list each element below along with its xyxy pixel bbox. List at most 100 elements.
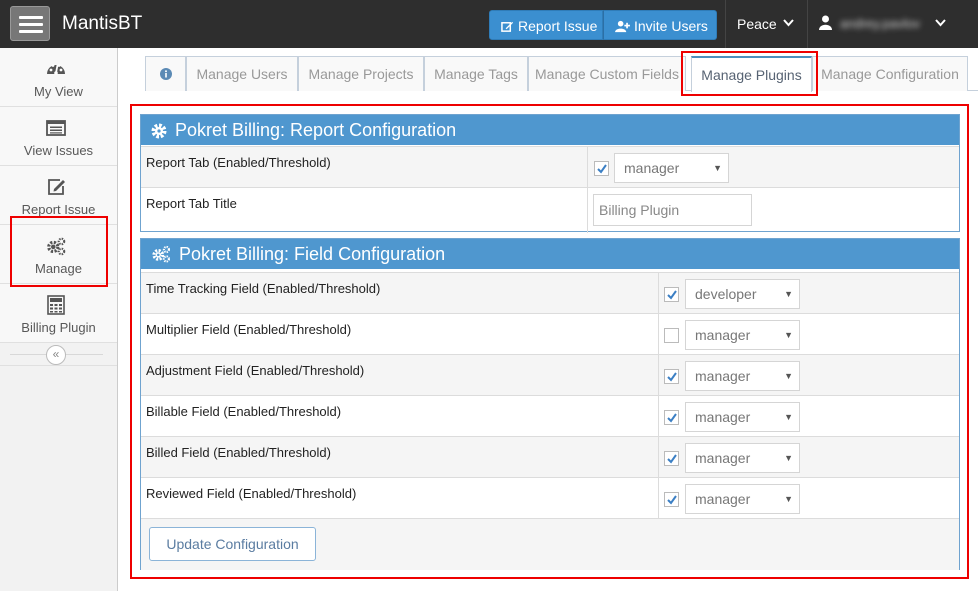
field-label: Multiplier Field (Enabled/Threshold) [146, 322, 352, 337]
report-issue-button[interactable]: Report Issue [489, 10, 603, 40]
chevron-down-icon[interactable] [783, 19, 794, 27]
menu-toggle-button[interactable] [10, 6, 50, 41]
update-configuration-button[interactable]: Update Configuration [149, 527, 316, 561]
dashboard-icon [47, 64, 65, 75]
reviewed-enabled-checkbox[interactable] [664, 492, 679, 507]
report-tab-threshold-select[interactable]: manager ▼ [614, 153, 729, 183]
reviewed-threshold-select[interactable]: manager ▼ [685, 484, 800, 514]
billed-enabled-checkbox[interactable] [664, 451, 679, 466]
config-row: Report Tab Title Billing Plugin [141, 187, 959, 233]
divider [658, 478, 659, 519]
divider [658, 396, 659, 437]
user-plus-icon [615, 20, 630, 33]
config-row: Adjustment Field (Enabled/Threshold) man… [141, 354, 959, 396]
divider [587, 188, 588, 233]
sidebar: My View View Issues Report Issue Manage … [0, 48, 118, 591]
tab-manage-plugins[interactable]: Manage Plugins [691, 56, 812, 92]
sidebar-item-report-issue[interactable]: Report Issue [0, 166, 117, 225]
invite-users-button[interactable]: Invite Users [603, 10, 717, 40]
divider [658, 437, 659, 478]
widget-header: Pokret Billing: Report Configuration [141, 115, 959, 145]
billed-threshold-select[interactable]: manager ▼ [685, 443, 800, 473]
caret-down-icon: ▼ [784, 330, 793, 340]
sidebar-item-manage[interactable]: Manage [0, 225, 117, 284]
chevron-down-icon[interactable] [935, 19, 946, 27]
billable-enabled-checkbox[interactable] [664, 410, 679, 425]
sidebar-item-label: My View [34, 84, 83, 99]
invite-users-label: Invite Users [634, 18, 708, 34]
widget-footer: Update Configuration [141, 518, 959, 570]
field-label: Billable Field (Enabled/Threshold) [146, 404, 342, 419]
info-icon [159, 68, 172, 80]
select-value: developer [695, 286, 757, 302]
field-label: Report Tab (Enabled/Threshold) [146, 155, 331, 170]
sidebar-item-label: Manage [35, 261, 82, 276]
report-tab-title-input[interactable]: Billing Plugin [593, 194, 752, 226]
widget-title: Pokret Billing: Report Configuration [175, 120, 457, 140]
tab-manage-users[interactable]: Manage Users [186, 56, 298, 91]
project-selector[interactable]: Peace [737, 16, 777, 32]
sidebar-item-view-issues[interactable]: View Issues [0, 107, 117, 166]
calculator-icon [47, 295, 65, 315]
tab-manage-custom-fields[interactable]: Manage Custom Fields [528, 56, 686, 91]
time-tracking-enabled-checkbox[interactable] [664, 287, 679, 302]
field-label: Time Tracking Field (Enabled/Threshold) [146, 281, 381, 296]
adjustment-threshold-select[interactable]: manager ▼ [685, 361, 800, 391]
config-row: Billed Field (Enabled/Threshold) manager… [141, 436, 959, 478]
time-tracking-threshold-select[interactable]: developer ▼ [685, 279, 800, 309]
tab-manage-tags[interactable]: Manage Tags [424, 56, 528, 91]
config-row: Multiplier Field (Enabled/Threshold) man… [141, 313, 959, 355]
field-label: Adjustment Field (Enabled/Threshold) [146, 363, 365, 378]
sidebar-item-label: View Issues [23, 143, 94, 158]
caret-down-icon: ▼ [784, 412, 793, 422]
checkmark-icon [667, 413, 677, 423]
report-configuration-widget: Pokret Billing: Report Configuration Rep… [140, 114, 960, 233]
navbar-divider [807, 0, 808, 48]
divider [587, 147, 588, 188]
select-value: manager [695, 491, 751, 507]
sidebar-collapse: « [0, 344, 117, 366]
gears-icon [152, 245, 170, 263]
config-row: Report Tab (Enabled/Threshold) manager ▼ [141, 146, 959, 188]
report-issue-label: Report Issue [518, 18, 598, 34]
brand-name[interactable]: MantisBT [62, 13, 142, 35]
field-label: Reviewed Field (Enabled/Threshold) [146, 486, 357, 501]
checkmark-icon [667, 372, 677, 382]
caret-down-icon: ▼ [784, 289, 793, 299]
select-value: manager [695, 409, 751, 425]
select-value: manager [695, 327, 751, 343]
tab-manage-configuration[interactable]: Manage Configuration [812, 56, 968, 91]
navbar-divider [725, 0, 726, 48]
navbar: MantisBT Report Issue Invite Users Peace… [0, 0, 978, 48]
billable-threshold-select[interactable]: manager ▼ [685, 402, 800, 432]
divider [658, 314, 659, 355]
caret-down-icon: ▼ [784, 371, 793, 381]
gears-icon [47, 237, 66, 256]
caret-down-icon: ▼ [784, 494, 793, 504]
manage-tabs: Manage Users Manage Projects Manage Tags… [145, 56, 978, 92]
config-row: Reviewed Field (Enabled/Threshold) manag… [141, 477, 959, 519]
multiplier-enabled-checkbox[interactable] [664, 328, 679, 343]
list-icon [46, 120, 66, 136]
user-menu[interactable]: andrey.pavlov [840, 16, 920, 31]
multiplier-threshold-select[interactable]: manager ▼ [685, 320, 800, 350]
checkmark-icon [597, 164, 607, 174]
sidebar-item-label: Billing Plugin [21, 320, 96, 335]
divider [658, 273, 659, 314]
config-row: Billable Field (Enabled/Threshold) manag… [141, 395, 959, 437]
sidebar-item-my-view[interactable]: My View [0, 48, 117, 107]
tab-info[interactable] [145, 56, 186, 91]
tab-manage-projects[interactable]: Manage Projects [298, 56, 424, 91]
report-tab-enabled-checkbox[interactable] [594, 161, 609, 176]
sidebar-item-label: Report Issue [21, 202, 96, 217]
select-value: manager [624, 160, 680, 176]
adjustment-enabled-checkbox[interactable] [664, 369, 679, 384]
sidebar-item-billing-plugin[interactable]: Billing Plugin [0, 284, 117, 343]
field-configuration-widget: Pokret Billing: Field Configuration Time… [140, 238, 960, 570]
collapse-sidebar-icon[interactable]: « [46, 345, 66, 365]
field-label: Billed Field (Enabled/Threshold) [146, 445, 331, 460]
checkmark-icon [667, 495, 677, 505]
widget-title: Pokret Billing: Field Configuration [179, 244, 446, 264]
gear-icon [151, 123, 167, 139]
select-value: manager [695, 450, 751, 466]
